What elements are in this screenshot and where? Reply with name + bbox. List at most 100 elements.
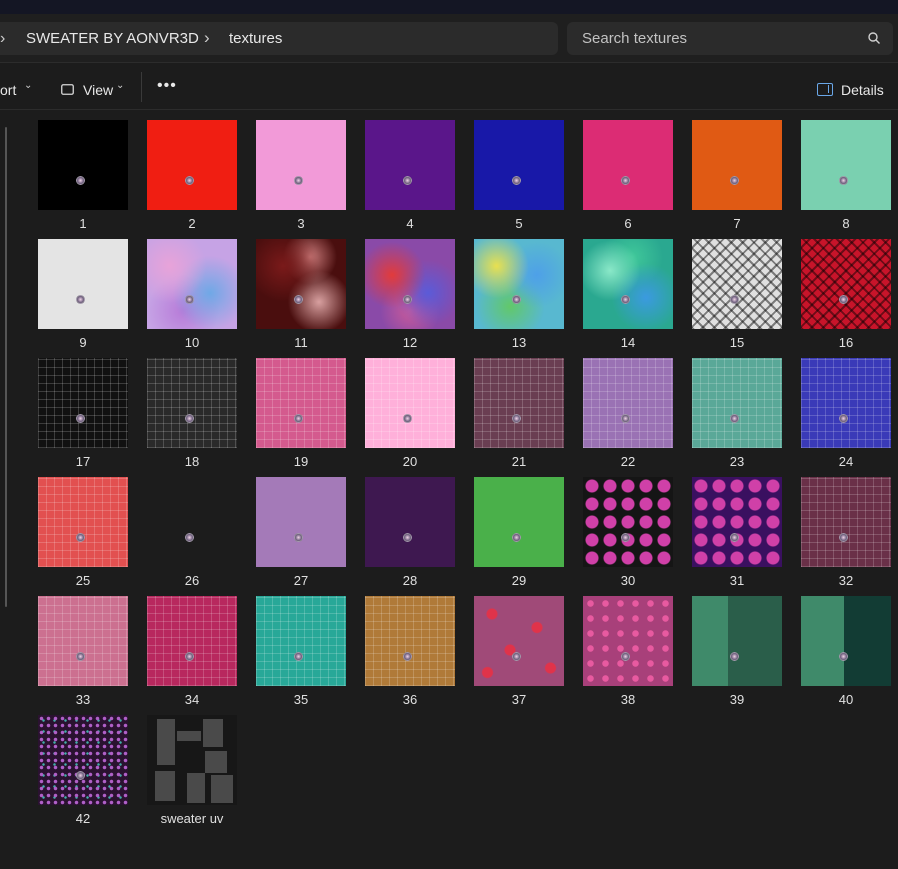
file-name: 7 xyxy=(733,216,741,231)
file-name: 26 xyxy=(184,573,200,588)
file-item[interactable]: 23 xyxy=(692,358,782,469)
file-item[interactable]: 31 xyxy=(692,477,782,588)
file-thumbnail xyxy=(692,120,782,210)
file-item[interactable]: 30 xyxy=(583,477,673,588)
file-item[interactable]: 40 xyxy=(801,596,891,707)
file-item[interactable]: 21 xyxy=(474,358,564,469)
file-name: 19 xyxy=(293,454,309,469)
file-thumbnail xyxy=(256,477,346,567)
file-item[interactable]: 39 xyxy=(692,596,782,707)
file-name: 9 xyxy=(79,335,87,350)
file-item[interactable]: 8 xyxy=(801,120,891,231)
breadcrumb-item-textures[interactable]: textures xyxy=(229,30,282,47)
file-item[interactable]: 1 xyxy=(38,120,128,231)
navigation-pane-scrollbar[interactable] xyxy=(5,127,7,607)
file-item[interactable]: 33 xyxy=(38,596,128,707)
file-item[interactable]: 37 xyxy=(474,596,564,707)
file-item[interactable]: 38 xyxy=(583,596,673,707)
file-thumbnail xyxy=(692,477,782,567)
file-thumbnail xyxy=(801,477,891,567)
sort-button[interactable]: ort xyxy=(0,82,16,98)
chevron-down-icon[interactable]: ⌄ xyxy=(116,80,124,91)
file-thumbnail xyxy=(583,239,673,329)
file-item[interactable]: 12 xyxy=(365,239,455,350)
file-item[interactable]: 7 xyxy=(692,120,782,231)
watermark-icon xyxy=(294,533,303,542)
watermark-icon xyxy=(621,295,630,304)
file-item[interactable]: 13 xyxy=(474,239,564,350)
file-thumbnail xyxy=(583,477,673,567)
watermark-icon xyxy=(730,533,739,542)
chevron-right-icon[interactable]: › xyxy=(0,30,5,48)
search-input[interactable]: Search textures xyxy=(582,30,687,47)
file-item[interactable]: 15 xyxy=(692,239,782,350)
watermark-icon xyxy=(403,652,412,661)
file-item[interactable]: 10 xyxy=(147,239,237,350)
file-item[interactable]: 32 xyxy=(801,477,891,588)
file-item[interactable]: 25 xyxy=(38,477,128,588)
view-icon[interactable] xyxy=(61,84,74,95)
file-name: 34 xyxy=(184,692,200,707)
file-item[interactable]: 27 xyxy=(256,477,346,588)
breadcrumb-item-sweater[interactable]: SWEATER BY AONVR3D xyxy=(26,30,199,47)
file-item[interactable]: 3 xyxy=(256,120,346,231)
details-pane-icon[interactable] xyxy=(817,83,833,96)
file-item[interactable]: 5 xyxy=(474,120,564,231)
file-name: 2 xyxy=(188,216,196,231)
watermark-icon xyxy=(185,295,194,304)
file-thumbnail xyxy=(147,596,237,686)
file-name: 11 xyxy=(294,335,308,350)
view-button[interactable]: View xyxy=(83,82,113,98)
more-options-button[interactable]: ••• xyxy=(157,77,177,95)
file-item[interactable]: 9 xyxy=(38,239,128,350)
file-thumbnail xyxy=(801,239,891,329)
chevron-down-icon[interactable]: ⌄ xyxy=(24,80,32,91)
watermark-icon xyxy=(294,176,303,185)
file-name: 10 xyxy=(184,335,200,350)
file-item[interactable]: 26 xyxy=(147,477,237,588)
file-thumbnail xyxy=(692,239,782,329)
file-thumbnail xyxy=(147,715,237,805)
file-name: 16 xyxy=(838,335,854,350)
file-name: 35 xyxy=(293,692,309,707)
file-thumbnail xyxy=(38,715,128,805)
search-box[interactable]: Search textures xyxy=(567,22,893,55)
file-item[interactable]: 22 xyxy=(583,358,673,469)
watermark-icon xyxy=(403,176,412,185)
uv-island xyxy=(205,751,227,773)
file-name: 28 xyxy=(402,573,418,588)
file-item[interactable]: 35 xyxy=(256,596,346,707)
file-item[interactable]: 4 xyxy=(365,120,455,231)
file-item[interactable]: 14 xyxy=(583,239,673,350)
search-icon[interactable] xyxy=(867,31,881,45)
file-item[interactable]: 20 xyxy=(365,358,455,469)
chevron-right-icon[interactable]: › xyxy=(204,28,210,48)
file-name: 23 xyxy=(729,454,745,469)
file-name: 4 xyxy=(406,216,414,231)
details-button[interactable]: Details xyxy=(841,82,884,98)
file-thumbnail xyxy=(147,120,237,210)
file-item[interactable]: 24 xyxy=(801,358,891,469)
watermark-icon xyxy=(839,533,848,542)
file-item[interactable]: 6 xyxy=(583,120,673,231)
file-item[interactable]: 29 xyxy=(474,477,564,588)
file-item[interactable]: 28 xyxy=(365,477,455,588)
file-item[interactable]: 34 xyxy=(147,596,237,707)
address-bar-row: › SWEATER BY AONVR3D › textures Search t… xyxy=(0,14,898,62)
file-item[interactable]: 19 xyxy=(256,358,346,469)
file-item[interactable]: 42 xyxy=(38,715,128,826)
file-item[interactable]: 36 xyxy=(365,596,455,707)
watermark-icon xyxy=(403,414,412,423)
file-thumbnail xyxy=(801,120,891,210)
file-item[interactable]: 11 xyxy=(256,239,346,350)
file-item[interactable]: sweater uv xyxy=(147,715,237,826)
watermark-icon xyxy=(730,176,739,185)
file-item[interactable]: 16 xyxy=(801,239,891,350)
file-thumbnail xyxy=(583,120,673,210)
file-name: 18 xyxy=(184,454,200,469)
file-item[interactable]: 2 xyxy=(147,120,237,231)
file-name: 32 xyxy=(838,573,854,588)
file-item[interactable]: 17 xyxy=(38,358,128,469)
file-thumbnail xyxy=(38,477,128,567)
file-item[interactable]: 18 xyxy=(147,358,237,469)
